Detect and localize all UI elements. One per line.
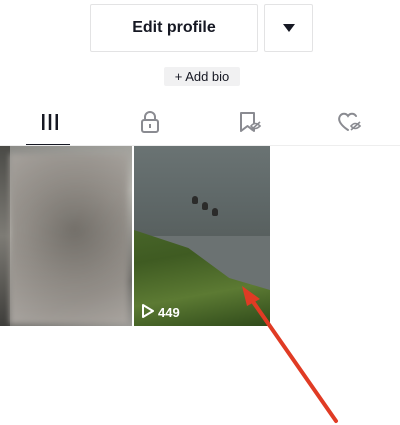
heart-hidden-icon <box>337 111 363 138</box>
video-thumbnail-geese[interactable]: 449 <box>134 146 270 326</box>
water-area <box>134 146 270 236</box>
tab-liked[interactable] <box>300 102 400 146</box>
lock-icon <box>140 110 160 138</box>
view-count: 449 <box>142 304 180 321</box>
profile-tabs <box>0 102 400 146</box>
add-bio-button[interactable]: + Add bio <box>164 67 240 86</box>
grid-icon <box>41 113 59 136</box>
bookmark-hidden-icon <box>238 111 262 138</box>
blurred-image <box>10 154 128 324</box>
edit-profile-button[interactable]: Edit profile <box>90 4 258 52</box>
goose <box>202 202 208 210</box>
thumbnail-edge <box>0 146 10 326</box>
caret-down-icon <box>282 19 295 37</box>
video-thumbnail-blurred[interactable] <box>0 146 132 326</box>
tab-videos[interactable] <box>0 102 100 146</box>
goose <box>192 196 198 204</box>
more-options-button[interactable] <box>264 4 313 52</box>
goose <box>212 208 218 216</box>
tab-private[interactable] <box>100 102 200 146</box>
tab-favorites[interactable] <box>200 102 300 146</box>
play-icon <box>142 304 154 321</box>
view-count-value: 449 <box>158 305 180 320</box>
